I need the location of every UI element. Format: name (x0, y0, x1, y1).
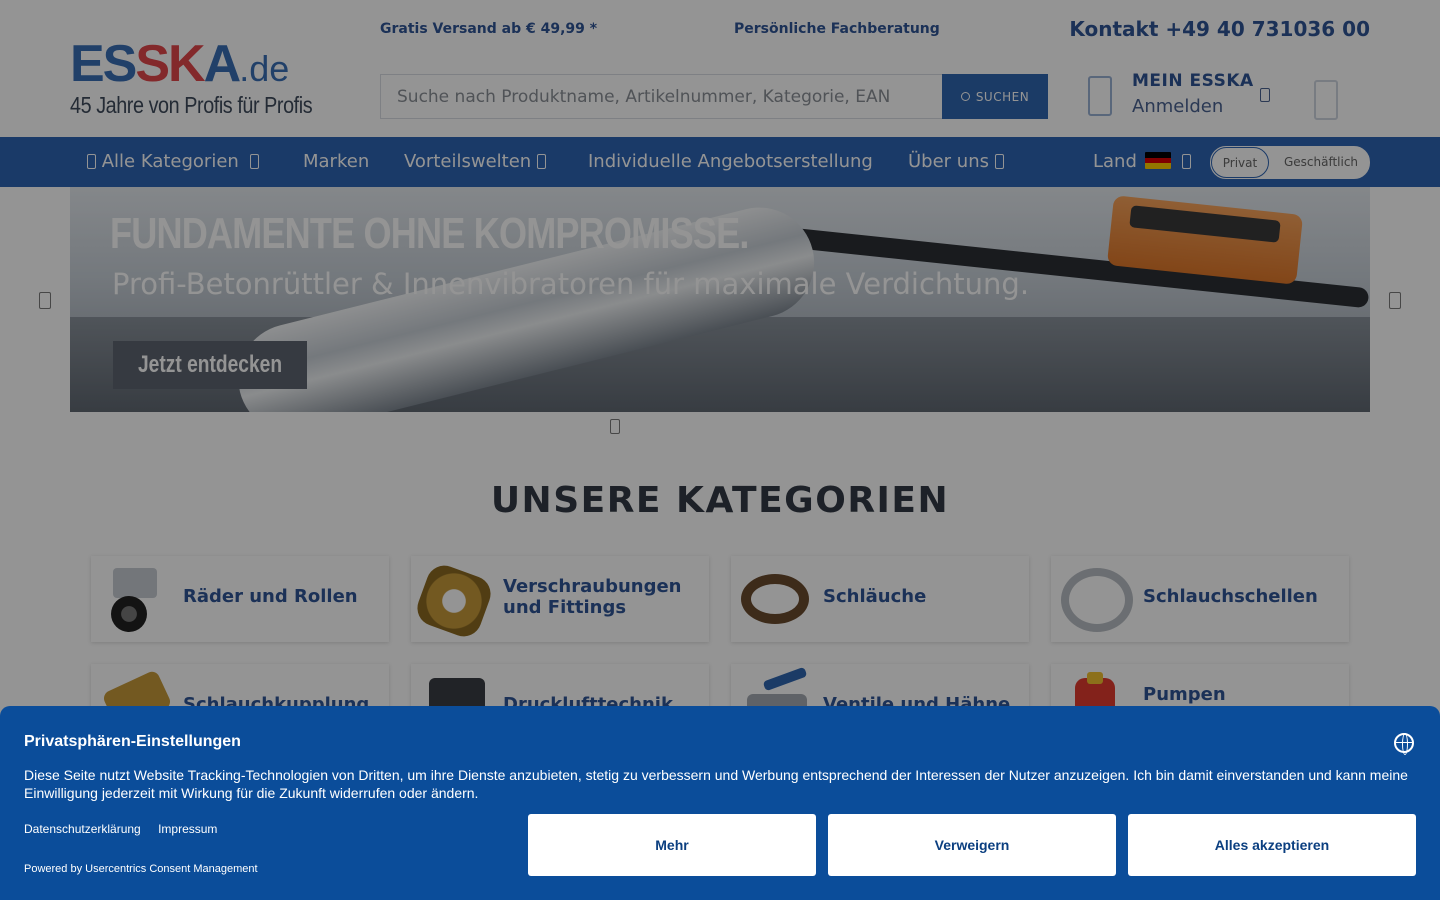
consent-banner: Privatsphären-Einstellungen Diese Seite … (0, 706, 1440, 900)
consent-links: Datenschutzerklärung Impressum (24, 822, 231, 836)
consent-more-button[interactable]: Mehr (528, 814, 816, 876)
globe-icon[interactable] (1394, 733, 1414, 755)
consent-text: Diese Seite nutzt Website Tracking-Techn… (24, 767, 1408, 801)
consent-title: Privatsphären-Einstellungen (24, 733, 241, 750)
powered-by-text: Powered by Usercentrics Consent Manageme… (24, 863, 258, 875)
consent-deny-button[interactable]: Verweigern (828, 814, 1116, 876)
imprint-link[interactable]: Impressum (158, 822, 217, 836)
privacy-policy-link[interactable]: Datenschutzerklärung (24, 822, 141, 836)
consent-accept-all-button[interactable]: Alles akzeptieren (1128, 814, 1416, 876)
